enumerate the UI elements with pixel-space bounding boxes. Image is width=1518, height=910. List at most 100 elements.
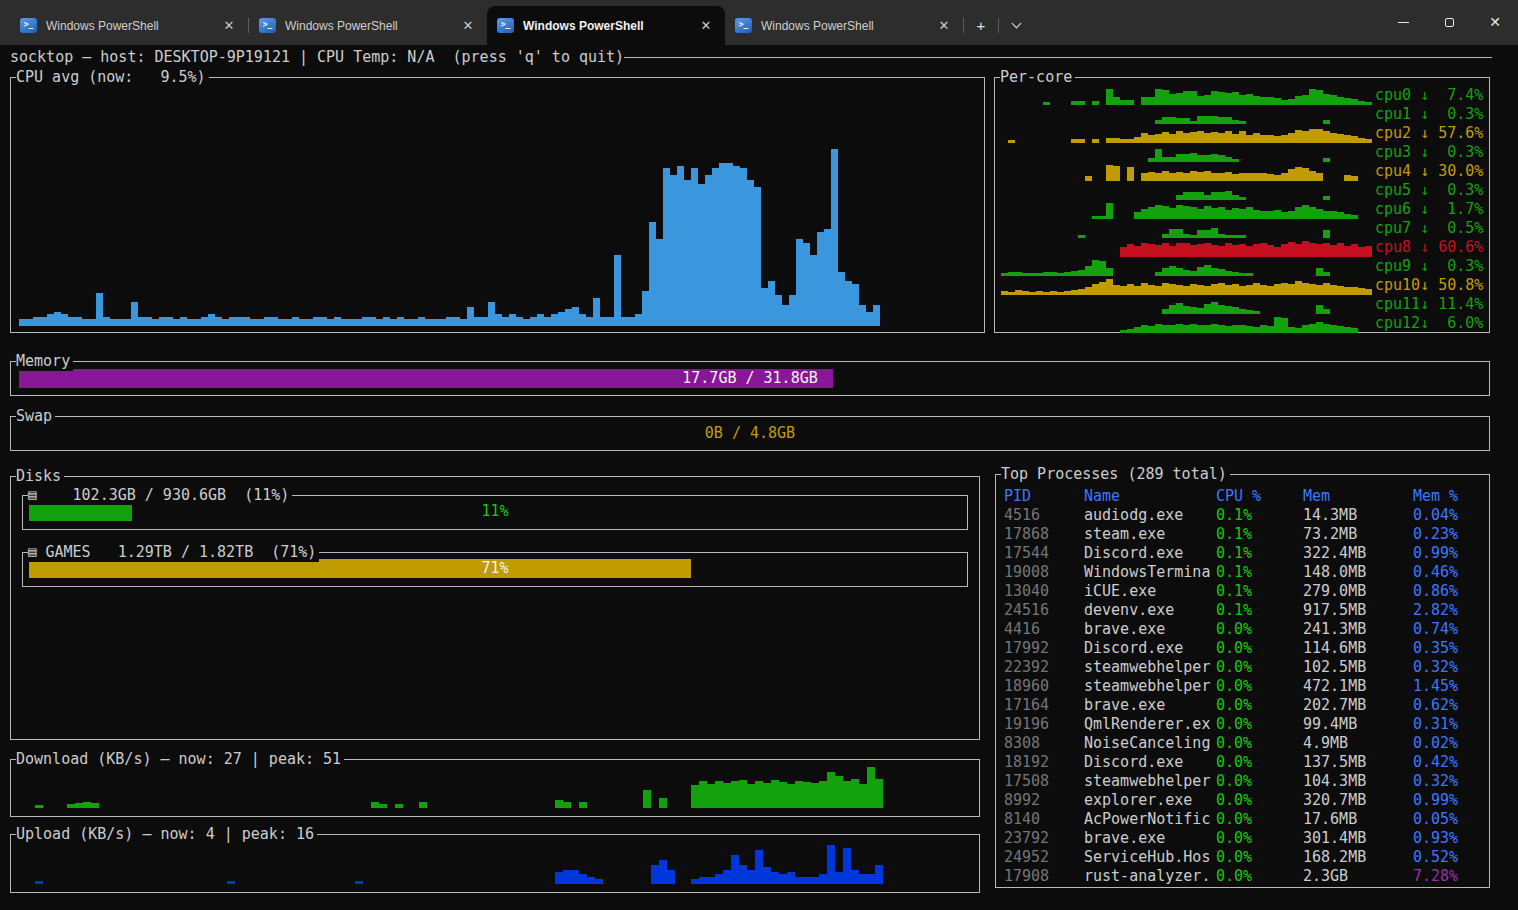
process-pid: 24952 <box>1004 848 1084 867</box>
process-mem-pct: 0.86% <box>1413 582 1458 601</box>
core-row-cpu2: cpu2 ↓ 57.6% <box>1001 124 1486 143</box>
core-spark-chart <box>1001 107 1373 124</box>
tab-windows-powershell-1[interactable]: >_Windows PowerShell✕ <box>10 6 248 45</box>
close-button[interactable]: ✕ <box>1472 0 1518 44</box>
process-mem: 279.0MB <box>1303 582 1413 601</box>
tab-close-icon[interactable]: ✕ <box>459 18 477 33</box>
process-name: Discord.exe <box>1084 753 1216 772</box>
core-row-cpu1: cpu1 ↓ 0.3% <box>1001 105 1486 124</box>
core-label: cpu0 ↓ 7.4% <box>1375 86 1483 105</box>
process-row: 24952ServiceHub.Hos0.0%168.2MB0.52% <box>1004 848 1487 867</box>
powershell-icon: >_ <box>259 18 276 33</box>
tab-close-icon[interactable]: ✕ <box>220 18 238 33</box>
minimize-button[interactable] <box>1380 0 1426 44</box>
process-cpu: 0.1% <box>1216 601 1303 620</box>
processes-col-header: Name <box>1084 487 1216 506</box>
process-name: rust-analyzer. <box>1084 867 1216 886</box>
core-spark-chart <box>1001 316 1373 333</box>
process-cpu: 0.1% <box>1216 525 1303 544</box>
process-mem-pct: 7.28% <box>1413 867 1458 886</box>
processes-col-header: PID <box>1004 487 1084 506</box>
disk-label: 102.3GB / 930.6GB (11%) <box>36 486 289 505</box>
process-pid: 18192 <box>1004 753 1084 772</box>
process-row: 22392steamwebhelper0.0%102.5MB0.32% <box>1004 658 1487 677</box>
window-controls: ✕ <box>1380 0 1518 44</box>
process-name: ServiceHub.Hos <box>1084 848 1216 867</box>
process-name: iCUE.exe <box>1084 582 1216 601</box>
process-mem-pct: 0.93% <box>1413 829 1458 848</box>
process-mem-pct: 0.74% <box>1413 620 1458 639</box>
process-name: Discord.exe <box>1084 639 1216 658</box>
tab-dropdown-button[interactable] <box>999 6 1033 45</box>
core-spark-chart <box>1001 278 1373 295</box>
core-spark-chart <box>1001 126 1373 143</box>
process-mem-pct: 0.32% <box>1413 772 1458 791</box>
process-cpu: 0.0% <box>1216 867 1303 886</box>
processes-header-row: PIDNameCPU %MemMem % <box>1004 487 1487 506</box>
process-cpu: 0.0% <box>1216 677 1303 696</box>
process-row: 18192Discord.exe0.0%137.5MB0.42% <box>1004 753 1487 772</box>
process-pid: 18960 <box>1004 677 1084 696</box>
process-name: steamwebhelper <box>1084 677 1216 696</box>
process-mem-pct: 0.99% <box>1413 791 1458 810</box>
process-row: 13040iCUE.exe0.1%279.0MB0.86% <box>1004 582 1487 601</box>
tab-close-icon[interactable]: ✕ <box>697 18 715 33</box>
cpu-avg-chart <box>19 90 976 326</box>
process-name: explorer.exe <box>1084 791 1216 810</box>
tab-close-icon[interactable]: ✕ <box>935 18 953 33</box>
process-mem-pct: 0.04% <box>1413 506 1458 525</box>
core-spark-chart <box>1001 297 1373 314</box>
core-spark-chart <box>1001 183 1373 200</box>
process-pid: 17164 <box>1004 696 1084 715</box>
processes-col-header: CPU % <box>1216 487 1303 506</box>
process-mem: 137.5MB <box>1303 753 1413 772</box>
process-name: Discord.exe <box>1084 544 1216 563</box>
memory-panel: Memory 17.7GB / 31.8GB <box>10 361 1490 396</box>
process-mem: 148.0MB <box>1303 563 1413 582</box>
core-row-cpu8: cpu8 ↓ 60.6% <box>1001 238 1486 257</box>
process-mem-pct: 0.05% <box>1413 810 1458 829</box>
process-cpu: 0.0% <box>1216 772 1303 791</box>
process-row: 17992Discord.exe0.0%114.6MB0.35% <box>1004 639 1487 658</box>
process-name: devenv.exe <box>1084 601 1216 620</box>
process-pid: 8140 <box>1004 810 1084 829</box>
process-pid: 19196 <box>1004 715 1084 734</box>
process-pid: 24516 <box>1004 601 1084 620</box>
process-mem: 301.4MB <box>1303 829 1413 848</box>
core-spark-chart <box>1001 259 1373 276</box>
core-row-cpu11: cpu11↓ 11.4% <box>1001 295 1486 314</box>
core-label: cpu6 ↓ 1.7% <box>1375 200 1483 219</box>
process-pid: 17508 <box>1004 772 1084 791</box>
new-tab-button[interactable]: + <box>964 6 998 45</box>
process-mem-pct: 0.35% <box>1413 639 1458 658</box>
tab-windows-powershell-4[interactable]: >_Windows PowerShell✕ <box>725 6 963 45</box>
window-titlebar: >_Windows PowerShell✕>_Windows PowerShel… <box>0 0 1518 45</box>
tab-label: Windows PowerShell <box>285 19 459 33</box>
swap-title: Swap <box>16 407 55 426</box>
tab-windows-powershell-3[interactable]: >_Windows PowerShell✕ <box>487 6 725 45</box>
core-label: cpu12↓ 6.0% <box>1375 314 1483 333</box>
process-name: WindowsTermina <box>1084 563 1216 582</box>
process-cpu: 0.0% <box>1216 734 1303 753</box>
disk-label: GAMES 1.29TB / 1.82TB (71%) <box>36 543 316 562</box>
process-cpu: 0.0% <box>1216 810 1303 829</box>
process-row: 17164brave.exe0.0%202.7MB0.62% <box>1004 696 1487 715</box>
maximize-button[interactable] <box>1426 0 1472 44</box>
core-spark-chart <box>1001 221 1373 238</box>
process-pid: 8992 <box>1004 791 1084 810</box>
process-mem: 2.3GB <box>1303 867 1413 886</box>
process-mem: 99.4MB <box>1303 715 1413 734</box>
tab-label: Windows PowerShell <box>523 19 697 33</box>
process-cpu: 0.0% <box>1216 791 1303 810</box>
core-row-cpu3: cpu3 ↓ 0.3% <box>1001 143 1486 162</box>
terminal-screen[interactable]: socktop — host: DESKTOP-9P19121 | CPU Te… <box>0 45 1518 910</box>
swap-panel: Swap 0B / 4.8GB <box>10 416 1490 451</box>
core-label: cpu7 ↓ 0.5% <box>1375 219 1483 238</box>
core-label: cpu8 ↓ 60.6% <box>1375 238 1483 257</box>
process-row: 17508steamwebhelper0.0%104.3MB0.32% <box>1004 772 1487 791</box>
process-pid: 17992 <box>1004 639 1084 658</box>
per-core-list: cpu0 ↓ 7.4%cpu1 ↓ 0.3%cpu2 ↓ 57.6%cpu3 ↓… <box>1001 86 1486 333</box>
process-mem-pct: 0.02% <box>1413 734 1458 753</box>
processes-panel: Top Processes (289 total) PIDNameCPU %Me… <box>995 474 1490 888</box>
tab-windows-powershell-2[interactable]: >_ Windows PowerShell✕ <box>249 6 487 45</box>
